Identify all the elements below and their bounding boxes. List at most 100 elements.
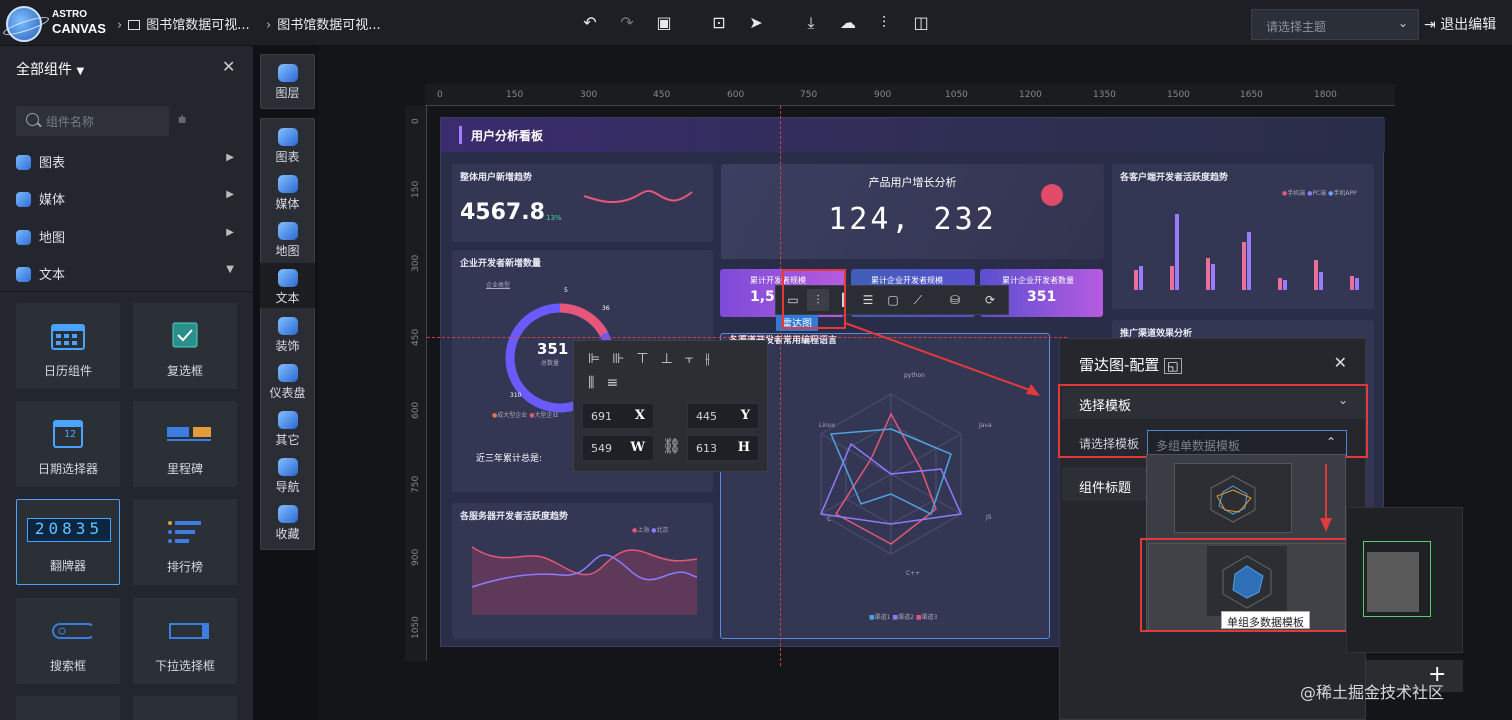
ruler-top: 0 150 300 450 600 750 900 1050 1200 1350…	[425, 84, 1395, 106]
ruler-tick: 900	[874, 90, 892, 100]
h-field[interactable]: 613 H	[687, 435, 759, 461]
panel-server-activity[interactable]: 各服务器开发者活跃度趋势 ●上海 ●北京	[452, 503, 713, 639]
category-text[interactable]: 文本 ▼	[16, 264, 238, 284]
watermark: @稀土掘金技术社区	[1300, 683, 1445, 702]
widget-checkbox[interactable]: 复选框	[133, 303, 237, 389]
settings-sliders-icon[interactable]: ⫶	[873, 12, 895, 34]
rail-item-media[interactable]: 媒体	[260, 169, 315, 214]
ruler-left: 0 150 300 450 600 750 900 1050	[405, 106, 427, 661]
preview-icon[interactable]: ⊡	[708, 12, 730, 34]
y-field[interactable]: 445 Y	[687, 403, 759, 429]
redo-icon[interactable]: ↷	[616, 12, 638, 34]
panel-client-activity[interactable]: 各客户端开发者活跃度趋势 ●手机端 ●PC端 ●手机APP	[1112, 164, 1374, 309]
widget-partial[interactable]	[133, 696, 237, 720]
breadcrumb-2[interactable]: › 图书馆数据可视...	[266, 14, 381, 33]
decoration-icon	[277, 317, 298, 335]
rail-layers[interactable]: 图层	[260, 58, 315, 103]
breadcrumb-1[interactable]: › 图书馆数据可视...	[117, 14, 250, 33]
donut-annotation: 5	[564, 287, 568, 294]
radar-axis-label: C	[827, 516, 832, 523]
annotation-arrow	[844, 322, 1040, 396]
chart-legend: ●上海 ●北京	[632, 527, 669, 534]
preview-box	[1367, 552, 1419, 612]
close-icon[interactable]: ✕	[222, 57, 235, 76]
rail-item-text[interactable]: 文本	[260, 263, 315, 308]
exit-icon: ⇥	[1424, 17, 1441, 33]
checkbox-icon	[172, 322, 198, 348]
panel-user-trend[interactable]: 整体用户新增趋势 4567.8 13%	[452, 164, 713, 242]
rail-item-favorite[interactable]: 收藏	[260, 499, 315, 544]
link-icon[interactable]: ⛓	[662, 437, 681, 455]
search-input[interactable]: 组件名称	[16, 106, 169, 136]
upload-icon[interactable]: ☁	[837, 12, 859, 34]
widget-search-box[interactable]: 搜索框	[16, 598, 120, 684]
rail-item-gauge[interactable]: 仪表盘	[260, 358, 315, 403]
layout-icon[interactable]: ◫	[910, 12, 932, 34]
widget-label: 复选框	[166, 364, 203, 378]
ruler-tick: 300	[411, 254, 421, 272]
rail-item-decoration[interactable]: 装饰	[260, 311, 315, 356]
category-map[interactable]: 地图 ▶	[16, 227, 238, 247]
dashboard-header: 用户分析看板	[441, 118, 1385, 152]
media-category-icon	[16, 192, 31, 207]
doc-icon: ◱	[1164, 358, 1182, 374]
widget-date-picker[interactable]: 12 日期选择器	[16, 401, 120, 487]
widget-dropdown[interactable]: 下拉选择框	[133, 598, 237, 684]
ruler-tick: 750	[411, 475, 421, 493]
panel-title: 各服务器开发者活跃度趋势	[460, 512, 569, 522]
panel-growth[interactable]: 产品用户增长分析 124, 232	[721, 164, 1104, 259]
comment-icon[interactable]: ▢	[882, 289, 904, 311]
panel-title: 企业开发者新增数量	[460, 259, 542, 269]
ruler-tick: 150	[506, 90, 524, 100]
config-title: 雷达图-配置 ◱	[1079, 354, 1182, 375]
widget-calendar[interactable]: 日历组件	[16, 303, 120, 389]
donut-annotation: 310	[510, 392, 522, 399]
widget-partial[interactable]	[16, 696, 120, 720]
distribute-icons[interactable]: ⫼≡	[588, 375, 630, 391]
layers-icon	[277, 64, 298, 82]
panel-title: 各客户端开发者活跃度趋势	[1120, 173, 1229, 183]
dashboard-title: 用户分析看板	[471, 129, 544, 143]
list-icon[interactable]: ☰	[857, 289, 879, 311]
download-icon[interactable]: ⤓	[800, 12, 822, 34]
refresh-icon[interactable]: ⟳	[979, 289, 1001, 311]
ruler-tick: 450	[653, 90, 671, 100]
database-icon[interactable]: ⛁	[944, 289, 966, 311]
rail-item-map[interactable]: 地图	[260, 216, 315, 261]
widget-milestone[interactable]: 里程碑	[133, 401, 237, 487]
close-icon[interactable]: ✕	[1334, 353, 1347, 372]
category-media[interactable]: 媒体 ▶	[16, 189, 238, 209]
widget-ranking[interactable]: 排行榜	[133, 499, 237, 585]
rail-item-nav[interactable]: 导航	[260, 452, 315, 497]
undo-icon[interactable]: ↶	[579, 12, 601, 34]
align-icons[interactable]: ⊫⊪⊤⊥⫟⫲	[588, 351, 722, 367]
stat-label: 累计企业开发者数量	[1002, 276, 1074, 285]
ruler-tick: 1050	[411, 616, 421, 639]
rail-item-other[interactable]: 其它	[260, 405, 315, 450]
background-panel	[1346, 507, 1463, 653]
chart-subtitle: 企业类型	[486, 282, 511, 289]
save-icon[interactable]: ▣	[653, 12, 675, 34]
chevron-down-icon: ⌄	[1397, 16, 1408, 30]
down-arrow	[1320, 464, 1332, 532]
widget-flip-counter[interactable]: 20835 翻牌器	[16, 499, 120, 585]
panel-title[interactable]: 全部组件 ▼	[16, 59, 84, 79]
nav-icon	[277, 458, 298, 476]
radar-axis-label: JS	[986, 514, 992, 521]
w-field[interactable]: 549 W	[582, 435, 654, 461]
widget-label: 排行榜	[166, 560, 203, 574]
category-chart[interactable]: 图表 ▶	[16, 152, 238, 172]
title-section-header[interactable]: 组件标题	[1062, 467, 1150, 501]
publish-icon[interactable]: ➤	[745, 12, 767, 34]
line-chart-icon[interactable]: ⟋	[907, 289, 929, 311]
rail-item-chart[interactable]: 图表	[260, 122, 315, 167]
exit-edit-button[interactable]: ⇥ 退出编辑	[1424, 14, 1496, 34]
other-icon	[277, 411, 298, 429]
x-field[interactable]: 691 X	[582, 403, 654, 429]
gauge-icon	[277, 364, 298, 382]
filter-icon[interactable]: ⩧	[178, 112, 186, 128]
theme-select[interactable]: 请选择主题 ⌄	[1251, 9, 1419, 40]
ruler-tick: 450	[411, 328, 421, 346]
donut-legend: ●成大型企业 ●大型企业	[492, 412, 559, 419]
template-option-1[interactable]	[1174, 463, 1292, 533]
